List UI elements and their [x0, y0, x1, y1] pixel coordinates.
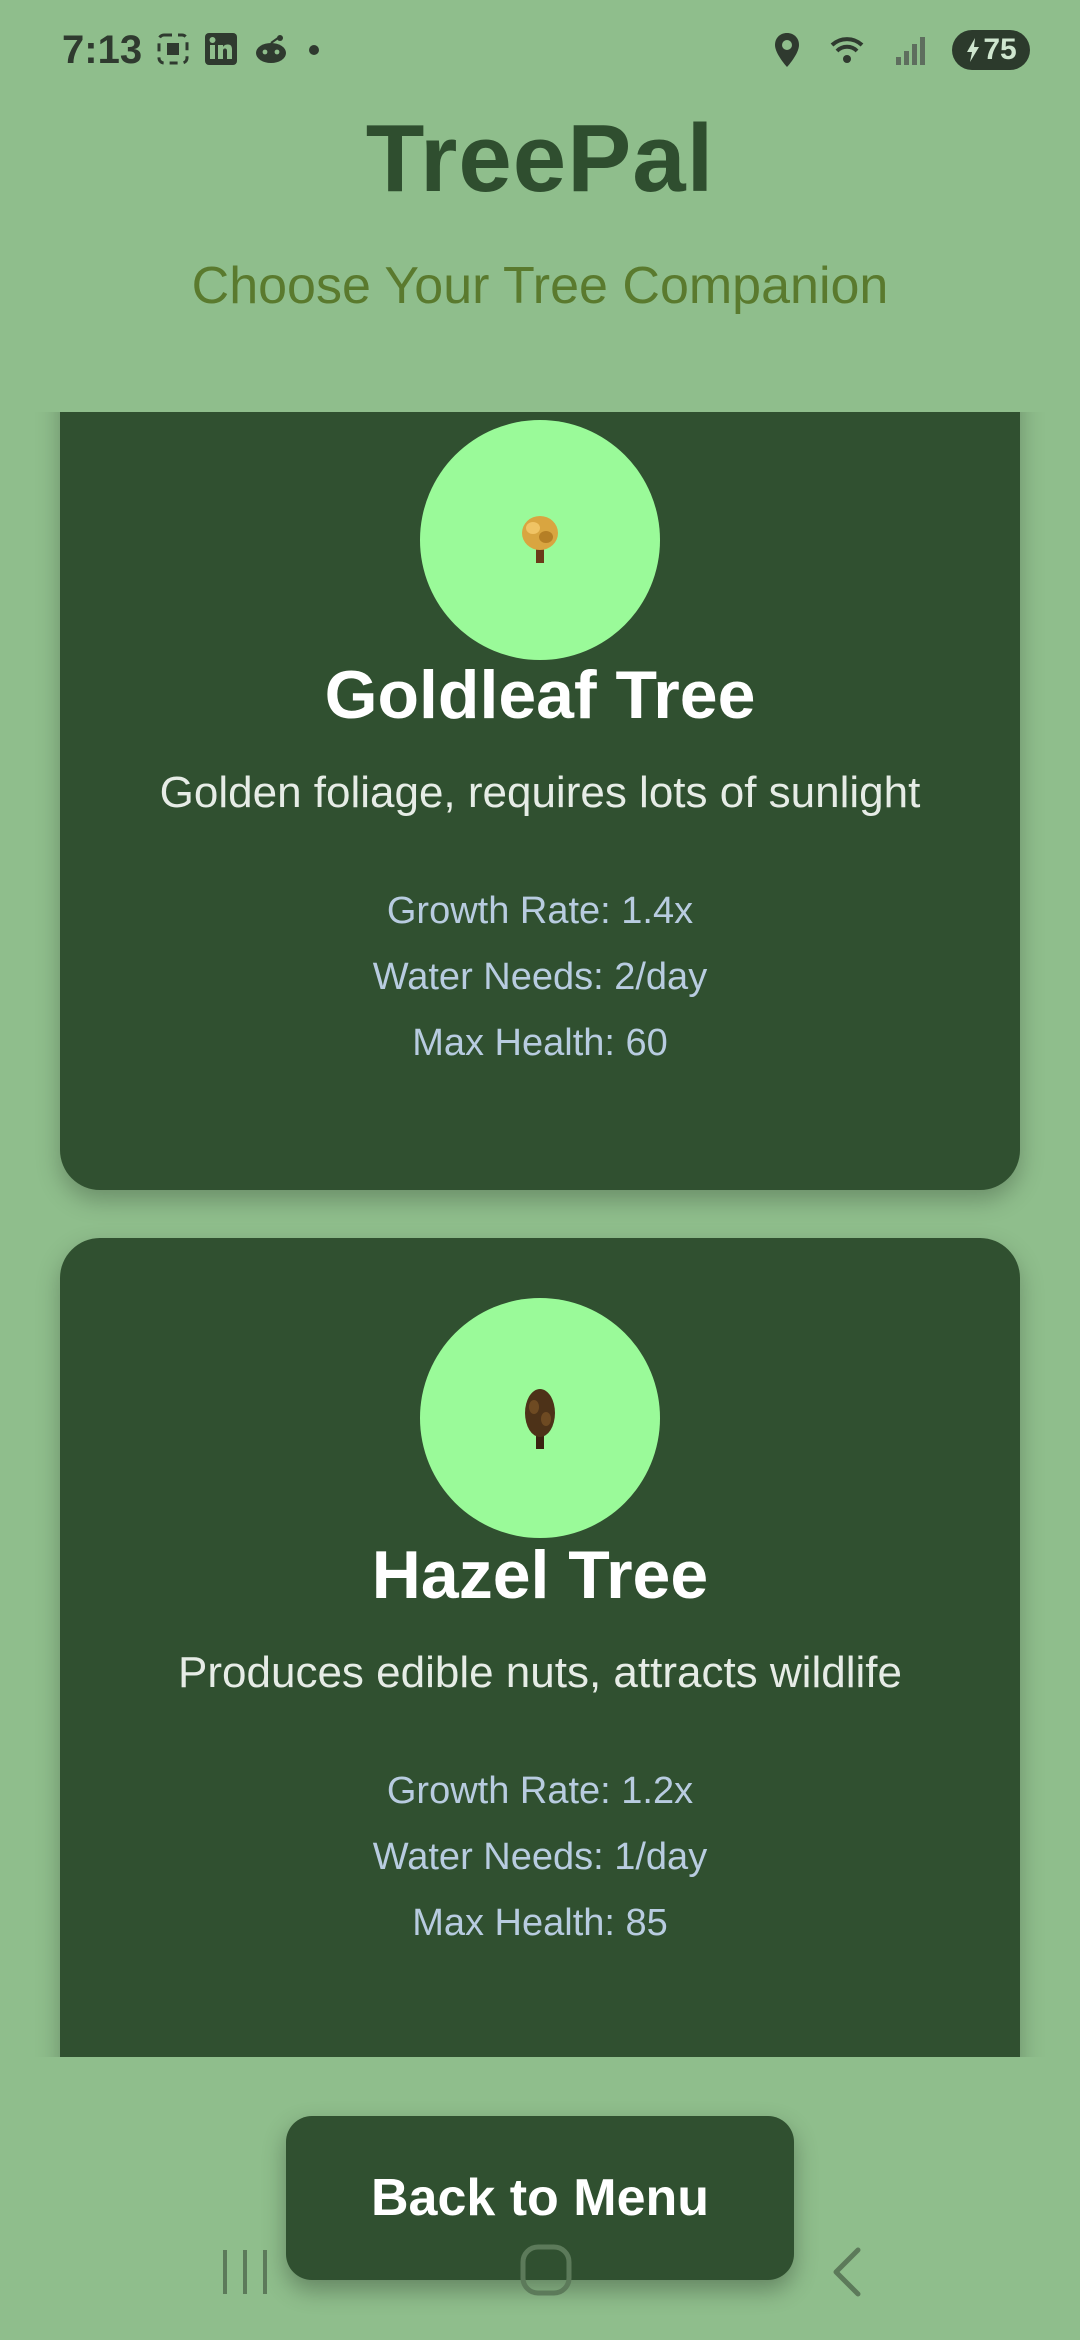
linkedin-icon	[205, 33, 237, 65]
battery-level: 75	[983, 33, 1017, 66]
charging-bolt-icon	[967, 38, 980, 62]
water-needs: Water Needs: 1/day	[372, 1836, 708, 1878]
tree-stats: Growth Rate: 1.4x Water Needs: 2/day Max…	[60, 878, 1020, 1076]
growth-rate: Growth Rate: 1.4x	[386, 890, 694, 932]
home-icon[interactable]	[518, 2242, 574, 2298]
tree-card-goldleaf[interactable]: Goldleaf Tree Golden foliage, requires l…	[60, 412, 1020, 1190]
status-bar: 7:13 75	[0, 0, 1080, 110]
more-notifications-dot-icon	[309, 45, 319, 55]
location-icon	[775, 33, 799, 67]
water-needs: Water Needs: 2/day	[372, 956, 708, 998]
screenshot-icon	[157, 33, 189, 65]
app-subtitle: Choose Your Tree Companion	[191, 257, 889, 315]
battery-indicator: 75	[952, 30, 1030, 70]
tree-name: Goldleaf Tree	[324, 657, 756, 733]
system-nav-bar	[0, 2230, 1080, 2340]
tree-stats: Growth Rate: 1.2x Water Needs: 1/day Max…	[60, 1758, 1020, 1956]
max-health: Max Health: 85	[412, 1902, 668, 1944]
goldleaf-tree-icon	[522, 516, 558, 563]
wifi-icon	[830, 37, 864, 63]
max-health: Max Health: 60	[412, 1022, 668, 1064]
hazel-tree-icon	[525, 1389, 555, 1449]
recent-apps-icon[interactable]	[220, 2242, 270, 2302]
system-icons: 75	[772, 30, 1030, 70]
tree-card-hazel[interactable]: Hazel Tree Produces edible nuts, attract…	[60, 1238, 1020, 2057]
growth-rate: Growth Rate: 1.2x	[386, 1770, 694, 1812]
tree-description: Produces edible nuts, attracts wildlife	[178, 1648, 902, 1697]
tree-avatar	[420, 1298, 660, 1538]
tree-description: Golden foliage, requires lots of sunligh…	[159, 768, 921, 817]
tree-avatar	[420, 420, 660, 660]
tree-list[interactable]: Goldleaf Tree Golden foliage, requires l…	[0, 412, 1080, 2057]
back-icon[interactable]	[826, 2244, 870, 2300]
status-time: 7:13	[62, 28, 143, 72]
app-title: TreePal	[365, 105, 715, 212]
reddit-icon	[256, 35, 286, 63]
notification-icons	[156, 32, 324, 66]
tree-name: Hazel Tree	[371, 1537, 709, 1613]
signal-icon	[896, 37, 925, 65]
